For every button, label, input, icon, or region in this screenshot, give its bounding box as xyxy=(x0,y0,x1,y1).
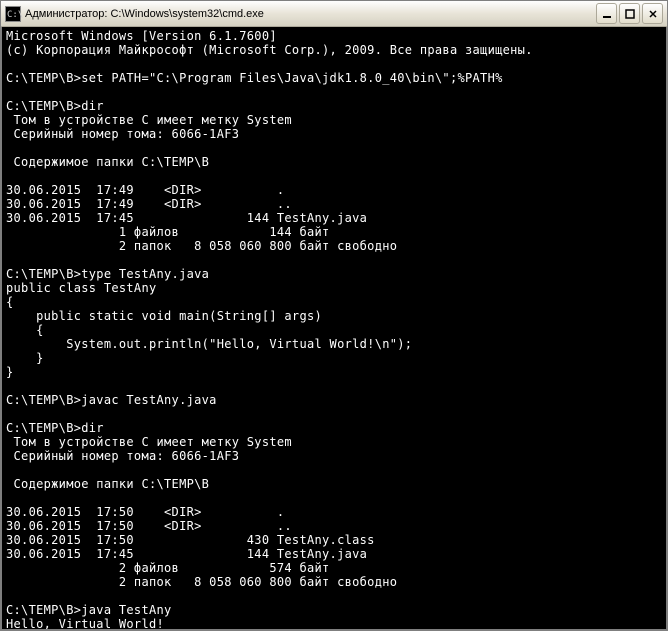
console-line: 2 папок 8 058 060 800 байт свободно xyxy=(6,239,662,253)
console-line xyxy=(6,589,662,603)
console-line: public static void main(String[] args) xyxy=(6,309,662,323)
console-line: } xyxy=(6,351,662,365)
console-line: 30.06.2015 17:45 144 TestAny.java xyxy=(6,211,662,225)
cmd-icon: C:\ xyxy=(5,6,21,22)
maximize-icon xyxy=(625,9,635,19)
console-line: C:\TEMP\B>javac TestAny.java xyxy=(6,393,662,407)
console-line xyxy=(6,407,662,421)
console-area[interactable]: Microsoft Windows [Version 6.1.7600](c) … xyxy=(1,27,667,630)
console-line xyxy=(6,253,662,267)
console-line: Microsoft Windows [Version 6.1.7600] xyxy=(6,29,662,43)
window-title: Администратор: C:\Windows\system32\cmd.e… xyxy=(25,8,596,20)
console-line: 2 файлов 574 байт xyxy=(6,561,662,575)
console-line xyxy=(6,379,662,393)
console-line: 30.06.2015 17:45 144 TestAny.java xyxy=(6,547,662,561)
console-line: 2 папок 8 058 060 800 байт свободно xyxy=(6,575,662,589)
console-line xyxy=(6,141,662,155)
console-line: 1 файлов 144 байт xyxy=(6,225,662,239)
console-line: } xyxy=(6,365,662,379)
console-line: C:\TEMP\B>type TestAny.java xyxy=(6,267,662,281)
minimize-button[interactable] xyxy=(596,3,617,24)
console-line: C:\TEMP\B>set PATH="C:\Program Files\Jav… xyxy=(6,71,662,85)
cmd-window: C:\ Администратор: C:\Windows\system32\c… xyxy=(0,0,668,631)
console-line: Том в устройстве C имеет метку System xyxy=(6,435,662,449)
console-line: (c) Корпорация Майкрософт (Microsoft Cor… xyxy=(6,43,662,57)
titlebar[interactable]: C:\ Администратор: C:\Windows\system32\c… xyxy=(1,1,667,27)
console-line: { xyxy=(6,295,662,309)
console-line: C:\TEMP\B>java TestAny xyxy=(6,603,662,617)
console-line: C:\TEMP\B>dir xyxy=(6,99,662,113)
console-line xyxy=(6,491,662,505)
window-buttons xyxy=(596,3,663,24)
console-line: 30.06.2015 17:49 <DIR> . xyxy=(6,183,662,197)
close-icon xyxy=(648,9,658,19)
console-line: 30.06.2015 17:49 <DIR> .. xyxy=(6,197,662,211)
console-line: Серийный номер тома: 6066-1AF3 xyxy=(6,449,662,463)
console-line: Том в устройстве C имеет метку System xyxy=(6,113,662,127)
console-line: Содержимое папки C:\TEMP\B xyxy=(6,477,662,491)
console-line: Содержимое папки C:\TEMP\B xyxy=(6,155,662,169)
maximize-button[interactable] xyxy=(619,3,640,24)
console-line: System.out.println("Hello, Virtual World… xyxy=(6,337,662,351)
console-line xyxy=(6,169,662,183)
console-line xyxy=(6,463,662,477)
console-line: Hello, Virtual World! xyxy=(6,617,662,630)
console-line: 30.06.2015 17:50 430 TestAny.class xyxy=(6,533,662,547)
close-button[interactable] xyxy=(642,3,663,24)
console-line xyxy=(6,85,662,99)
console-line: C:\TEMP\B>dir xyxy=(6,421,662,435)
console-line: Серийный номер тома: 6066-1AF3 xyxy=(6,127,662,141)
console-line: 30.06.2015 17:50 <DIR> . xyxy=(6,505,662,519)
console-line: public class TestAny xyxy=(6,281,662,295)
console-line: 30.06.2015 17:50 <DIR> .. xyxy=(6,519,662,533)
console-line xyxy=(6,57,662,71)
console-line: { xyxy=(6,323,662,337)
minimize-icon xyxy=(602,9,612,19)
